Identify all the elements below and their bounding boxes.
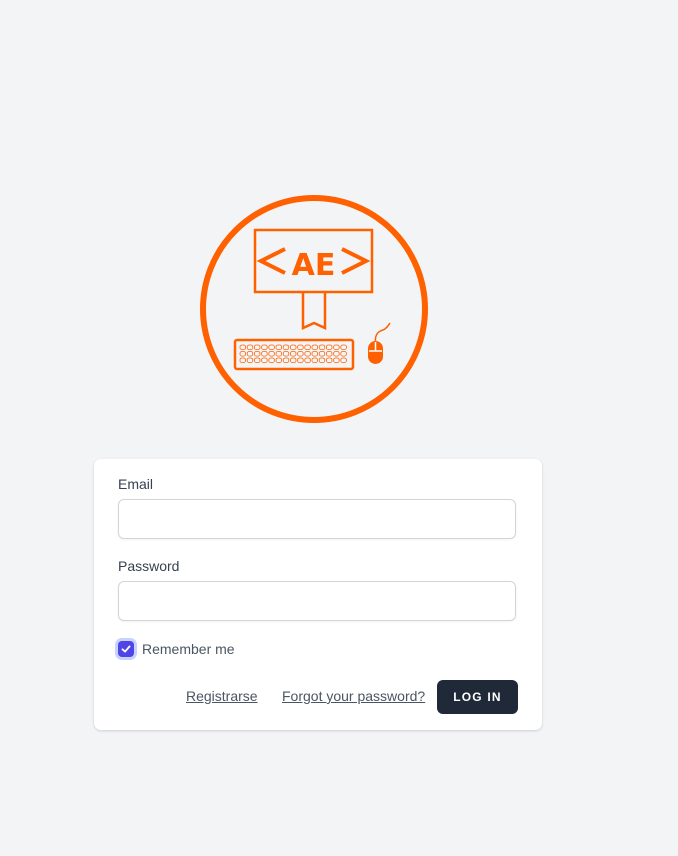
- forgot-password-link[interactable]: Forgot your password?: [282, 688, 425, 704]
- remember-label: Remember me: [142, 641, 235, 657]
- check-icon: [121, 645, 131, 653]
- password-field[interactable]: [118, 581, 516, 621]
- email-label: Email: [118, 476, 154, 492]
- password-label: Password: [118, 558, 180, 574]
- email-field[interactable]: [118, 499, 516, 539]
- login-button[interactable]: LOG IN: [437, 680, 518, 714]
- logo-text: AE: [292, 248, 336, 283]
- remember-checkbox[interactable]: [118, 641, 134, 657]
- login-page: AE Email Password Remember me Registrars…: [0, 0, 678, 856]
- register-link[interactable]: Registrarse: [186, 688, 258, 704]
- login-card: Email Password Remember me Registrarse F…: [94, 459, 542, 730]
- brand-logo: AE: [200, 195, 428, 423]
- remember-me[interactable]: Remember me: [118, 640, 235, 658]
